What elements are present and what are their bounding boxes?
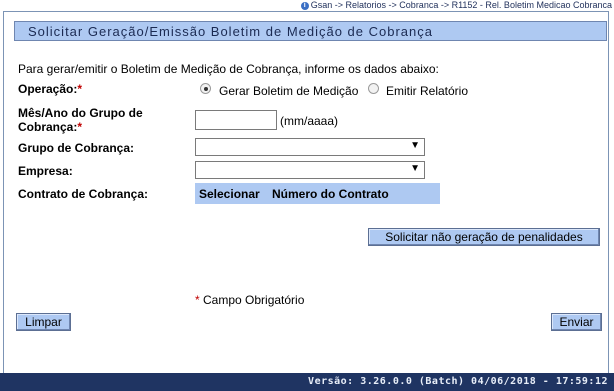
limpar-button[interactable]: Limpar — [16, 313, 71, 331]
column-numero-contrato: Número do Contrato — [272, 187, 389, 201]
operacao-label: Operação:* — [18, 82, 83, 96]
dropdown-arrow-icon: ▼ — [410, 140, 420, 151]
column-selecionar: Selecionar — [199, 187, 260, 201]
grupo-select[interactable]: ▼ — [195, 138, 425, 156]
grupo-label: Grupo de Cobrança: — [18, 141, 135, 155]
radio-emitir-relatorio[interactable] — [368, 83, 379, 94]
enviar-button[interactable]: Enviar — [551, 313, 602, 331]
intro-text: Para gerar/emitir o Boletim de Medição d… — [18, 62, 439, 76]
empresa-select[interactable]: ▼ — [195, 161, 425, 179]
contrato-table-header: Selecionar Número do Contrato — [195, 183, 440, 204]
mes-ano-input[interactable] — [195, 110, 277, 130]
page-title: Solicitar Geração/Emissão Boletim de Med… — [28, 24, 434, 39]
contrato-label: Contrato de Cobrança: — [18, 187, 149, 201]
dropdown-arrow-icon: ▼ — [410, 163, 420, 174]
radio-gerar-boletim[interactable] — [200, 83, 211, 94]
mes-ano-label-line2: Cobrança:* — [18, 120, 83, 134]
required-note: * Campo Obrigatório — [195, 293, 305, 307]
empresa-label: Empresa: — [18, 164, 73, 178]
title-bar: Solicitar Geração/Emissão Boletim de Med… — [14, 21, 607, 41]
radio-gerar-boletim-label: Gerar Boletim de Medição — [219, 84, 359, 98]
info-icon: i — [300, 1, 309, 10]
breadcrumb-text: Gsan -> Relatorios -> Cobranca -> R1152 … — [310, 0, 612, 10]
solicitar-penalidades-button[interactable]: Solicitar não geração de penalidades — [368, 228, 600, 246]
mes-ano-label-line1: Mês/Ano do Grupo de — [18, 106, 143, 120]
radio-emitir-relatorio-label: Emitir Relatório — [386, 84, 469, 98]
mes-ano-hint: (mm/aaaa) — [280, 114, 339, 128]
breadcrumb: i Gsan -> Relatorios -> Cobranca -> R1152… — [300, 0, 612, 11]
version-footer: Versão: 3.26.0.0 (Batch) 04/06/2018 - 17… — [0, 373, 614, 391]
